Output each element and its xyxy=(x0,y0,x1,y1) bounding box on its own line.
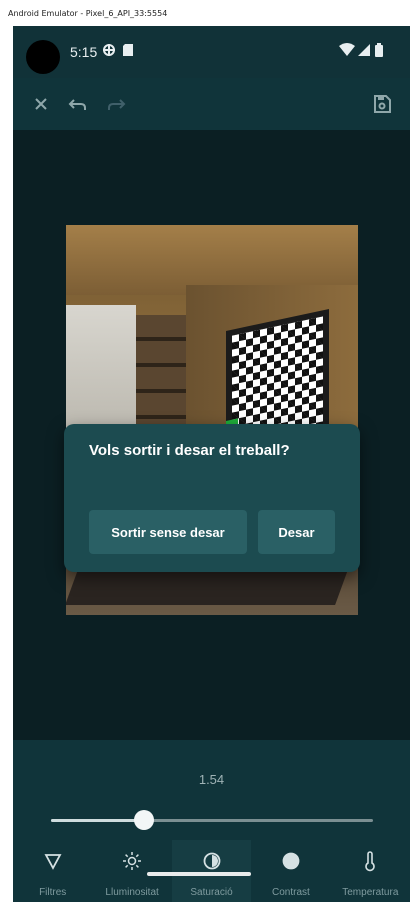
redo-icon[interactable] xyxy=(105,92,129,116)
tool-label: Lluminositat xyxy=(105,887,159,898)
contrast-icon xyxy=(282,852,300,870)
tool-label: Filtres xyxy=(39,887,67,898)
tool-saturation[interactable]: Saturació xyxy=(171,840,252,902)
tool-label: Temperatura xyxy=(342,887,399,898)
camera-cutout xyxy=(26,40,60,74)
saturation-icon xyxy=(203,852,220,870)
close-icon[interactable] xyxy=(29,92,53,116)
slider-thumb[interactable] xyxy=(134,810,155,830)
adjustment-slider[interactable] xyxy=(51,810,373,830)
slider-value-label: 1.54 xyxy=(198,772,225,787)
tool-bar: Filtres Lluminositat Saturació Contrast … xyxy=(13,840,410,902)
device-screen: 5:15 Vols sortir i desar el treball? Sor… xyxy=(13,26,410,902)
exit-without-saving-button[interactable]: Sortir sense desar xyxy=(89,510,247,554)
save-icon[interactable] xyxy=(370,92,394,116)
dialog-title: Vols sortir i desar el treball? xyxy=(89,442,290,459)
exit-dialog: Vols sortir i desar el treball? Sortir s… xyxy=(64,424,360,572)
slider-fill xyxy=(51,819,145,822)
status-bar: 5:15 xyxy=(13,26,410,78)
tool-brightness[interactable]: Lluminositat xyxy=(92,840,171,902)
editor-toolbar xyxy=(13,78,410,130)
adjustment-panel: 1.54 Filtres Lluminositat Saturació Cont… xyxy=(13,740,410,902)
sd-card-icon xyxy=(122,43,134,62)
tool-temperature[interactable]: Temperatura xyxy=(331,840,410,902)
tool-filters[interactable]: Filtres xyxy=(13,840,92,902)
settings-status-icon xyxy=(102,43,116,62)
gesture-nav-handle[interactable] xyxy=(147,872,251,876)
brightness-icon xyxy=(123,852,142,870)
filter-icon xyxy=(44,854,62,870)
save-button[interactable]: Desar xyxy=(258,510,335,554)
wifi-icon xyxy=(339,43,355,62)
battery-icon xyxy=(375,43,383,62)
status-time: 5:15 xyxy=(70,44,98,60)
signal-icon xyxy=(358,43,370,62)
tool-contrast[interactable]: Contrast xyxy=(251,840,330,902)
undo-icon[interactable] xyxy=(65,92,89,116)
thermometer-icon xyxy=(365,851,376,872)
emulator-window-title: Android Emulator - Pixel_6_API_33:5554 xyxy=(0,0,410,26)
tool-label: Saturació xyxy=(190,887,233,898)
tool-label: Contrast xyxy=(272,887,310,898)
